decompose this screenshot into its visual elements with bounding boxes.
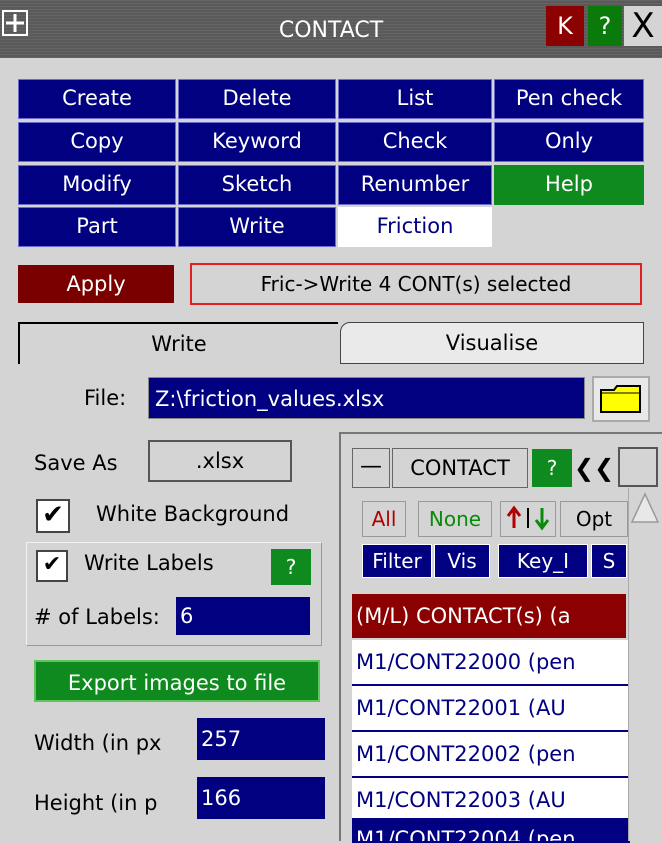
scrollbar[interactable]	[628, 488, 662, 841]
tab-visualise[interactable]: Visualise	[340, 322, 644, 364]
write-button[interactable]: Write	[178, 207, 336, 247]
panel-help-button[interactable]: ?	[532, 449, 572, 487]
write-labels-checkbox[interactable]: ✔	[36, 550, 68, 582]
check-button[interactable]: Check	[338, 122, 492, 162]
list-item[interactable]: M1/CONT22000 (pen	[352, 640, 630, 686]
export-images-button[interactable]: Export images to file	[34, 660, 320, 702]
modify-button[interactable]: Modify	[18, 165, 176, 205]
select-all-button[interactable]: All	[362, 501, 406, 537]
minimize-button[interactable]: —	[352, 448, 390, 488]
scroll-up-arrow-icon[interactable]	[630, 490, 660, 524]
num-labels-input[interactable]: 6	[176, 597, 310, 635]
width-input[interactable]: 257	[197, 718, 325, 760]
panel-menu-button[interactable]	[618, 447, 658, 487]
renumber-button[interactable]: Renumber	[338, 165, 492, 205]
filter-button[interactable]: Filter	[362, 544, 432, 578]
write-labels-label: Write Labels	[84, 551, 214, 575]
key-id-button[interactable]: Key_I	[498, 544, 588, 578]
title-bar: CONTACT K ? X	[0, 0, 662, 58]
save-as-label: Save As	[34, 451, 118, 475]
browse-folder-button[interactable]	[592, 376, 650, 422]
create-button[interactable]: Create	[18, 79, 176, 119]
panel-title: CONTACT	[392, 448, 528, 488]
sort-arrows-icon	[506, 505, 550, 531]
status-text: Fric->Write 4 CONT(s) selected	[190, 263, 642, 305]
write-labels-help-button[interactable]: ?	[271, 549, 311, 585]
pen-check-button[interactable]: Pen check	[494, 79, 644, 119]
file-path-input[interactable]: Z:\friction_values.xlsx	[148, 377, 585, 419]
vis-button[interactable]: Vis	[434, 544, 490, 578]
list-item[interactable]: M1/CONT22001 (AU	[352, 686, 630, 732]
num-labels-label: # of Labels:	[34, 605, 160, 629]
delete-button[interactable]: Delete	[178, 79, 336, 119]
options-button[interactable]: Opt	[560, 501, 628, 537]
white-background-checkbox[interactable]: ✔	[36, 499, 70, 533]
list-item-selected[interactable]: M1/CONT22004 (pen	[352, 818, 630, 843]
folder-icon	[600, 385, 641, 413]
friction-button[interactable]: Friction	[338, 207, 492, 247]
sort-button[interactable]	[500, 501, 556, 537]
tab-write[interactable]: Write	[18, 322, 338, 364]
white-background-label: White Background	[96, 502, 290, 526]
apply-button[interactable]: Apply	[18, 265, 174, 303]
list-header[interactable]: (M/L) CONTACT(s) (a	[352, 594, 626, 638]
help-menu-button[interactable]: Help	[494, 165, 644, 205]
list-item[interactable]: M1/CONT22002 (pen	[352, 732, 630, 778]
save-as-select[interactable]: .xlsx	[148, 440, 292, 482]
copy-button[interactable]: Copy	[18, 122, 176, 162]
only-button[interactable]: Only	[494, 122, 644, 162]
s-button[interactable]: S	[591, 544, 627, 578]
height-label: Height (in p	[34, 791, 158, 815]
width-label: Width (in px	[34, 731, 162, 755]
keyword-button[interactable]: Keyword	[178, 122, 336, 162]
height-input[interactable]: 166	[197, 777, 325, 819]
collapse-icon[interactable]: ❮❮	[574, 449, 614, 487]
close-button[interactable]: X	[624, 6, 662, 46]
part-button[interactable]: Part	[18, 207, 176, 247]
list-button[interactable]: List	[338, 79, 492, 119]
select-none-button[interactable]: None	[418, 501, 492, 537]
k-button[interactable]: K	[546, 6, 584, 46]
help-button[interactable]: ?	[588, 6, 622, 46]
file-label: File:	[84, 386, 127, 410]
sketch-button[interactable]: Sketch	[178, 165, 336, 205]
